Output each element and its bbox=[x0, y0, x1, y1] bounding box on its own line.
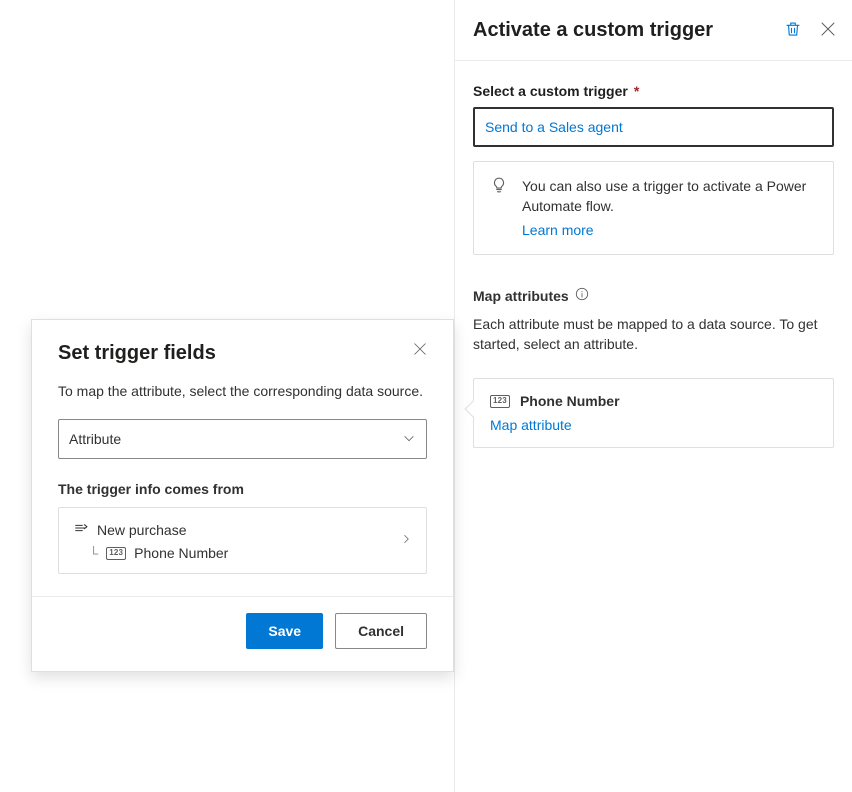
close-icon bbox=[820, 21, 836, 40]
map-attributes-heading: Map attributes bbox=[473, 287, 834, 304]
panel-header: Activate a custom trigger bbox=[455, 0, 852, 61]
required-asterisk: * bbox=[634, 83, 639, 99]
select-trigger-label: Select a custom trigger * bbox=[473, 83, 834, 99]
delete-button[interactable] bbox=[784, 20, 802, 41]
custom-trigger-value: Send to a Sales agent bbox=[485, 119, 623, 135]
chevron-down-icon bbox=[402, 431, 416, 448]
info-icon[interactable] bbox=[575, 287, 589, 304]
attribute-dropdown[interactable]: Attribute bbox=[58, 419, 427, 459]
custom-trigger-select[interactable]: Send to a Sales agent bbox=[473, 107, 834, 147]
map-attributes-desc: Each attribute must be mapped to a data … bbox=[473, 314, 834, 354]
map-attribute-link[interactable]: Map attribute bbox=[490, 417, 572, 433]
trigger-icon bbox=[73, 520, 89, 539]
trigger-source-root: New purchase bbox=[97, 522, 187, 538]
info-callout: You can also use a trigger to activate a… bbox=[473, 161, 834, 255]
number-type-icon: 123 bbox=[106, 547, 126, 560]
trigger-source-child: Phone Number bbox=[134, 545, 228, 561]
close-panel-button[interactable] bbox=[820, 21, 836, 40]
number-type-icon: 123 bbox=[490, 395, 510, 408]
cancel-button[interactable]: Cancel bbox=[335, 613, 427, 649]
panel-title: Activate a custom trigger bbox=[473, 16, 784, 44]
tree-connector-icon: └ bbox=[89, 547, 98, 560]
close-icon bbox=[413, 342, 427, 359]
callout-text: You can also use a trigger to activate a… bbox=[522, 178, 806, 214]
attribute-card[interactable]: 123 Phone Number Map attribute bbox=[473, 378, 834, 448]
chevron-right-icon bbox=[400, 532, 412, 550]
modal-title: Set trigger fields bbox=[58, 342, 413, 365]
set-trigger-fields-modal: Set trigger fields To map the attribute,… bbox=[31, 319, 454, 672]
close-modal-button[interactable] bbox=[413, 342, 427, 359]
trigger-source-heading: The trigger info comes from bbox=[58, 481, 427, 497]
card-pointer bbox=[465, 401, 482, 418]
dropdown-value: Attribute bbox=[69, 431, 121, 447]
lightbulb-icon bbox=[490, 176, 508, 240]
right-panel: Activate a custom trigger Select a custo… bbox=[454, 0, 852, 792]
modal-description: To map the attribute, select the corresp… bbox=[58, 381, 427, 401]
save-button[interactable]: Save bbox=[246, 613, 323, 649]
learn-more-link[interactable]: Learn more bbox=[522, 220, 594, 240]
modal-footer: Save Cancel bbox=[32, 596, 453, 671]
trigger-source-card[interactable]: New purchase └ 123 Phone Number bbox=[58, 507, 427, 574]
trash-icon bbox=[784, 20, 802, 41]
attribute-name: Phone Number bbox=[520, 393, 620, 409]
